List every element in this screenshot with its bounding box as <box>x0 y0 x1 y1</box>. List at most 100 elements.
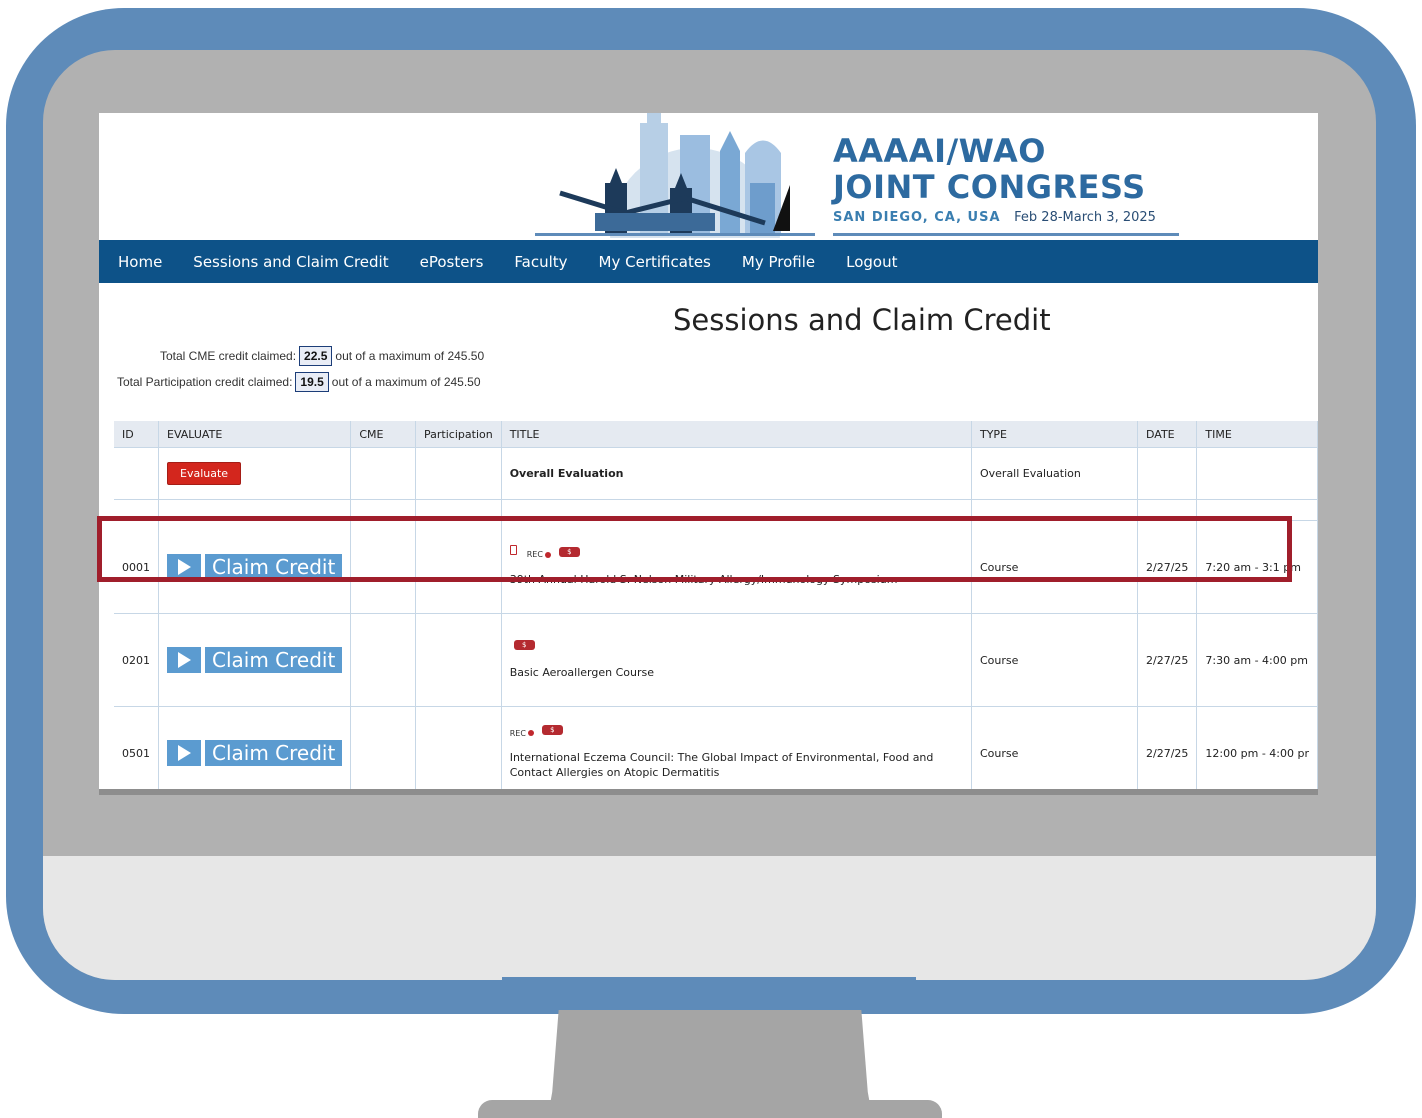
participation-cell <box>415 706 502 795</box>
table-cell <box>415 499 502 521</box>
session-date: 2/27/25 <box>1137 613 1198 707</box>
nav-my-profile[interactable]: My Profile <box>742 253 815 271</box>
nav-eposters[interactable]: ePosters <box>420 253 484 271</box>
cme-cell <box>350 706 417 795</box>
table-cell <box>114 499 159 521</box>
cme-credit-value: 22.5 <box>299 346 333 366</box>
fee-badge: $ <box>558 546 580 557</box>
table-cell <box>971 499 1139 521</box>
claim-credit-button[interactable]: Claim Credit <box>205 554 343 580</box>
main-nav: Home Sessions and Claim Credit ePosters … <box>99 240 1318 283</box>
nav-sessions-claim-credit[interactable]: Sessions and Claim Credit <box>193 253 388 271</box>
column-header-time[interactable]: TIME <box>1196 421 1318 448</box>
table-cell <box>1196 447 1318 500</box>
play-icon <box>178 559 191 575</box>
session-badges: REC $ <box>510 725 963 740</box>
congress-banner: AAAAI/WAO JOINT CONGRESS SAN DIEGO, CA, … <box>99 113 1318 241</box>
nav-my-certificates[interactable]: My Certificates <box>599 253 711 271</box>
column-header-evaluate[interactable]: EVALUATE <box>158 421 352 448</box>
recorded-badge: REC <box>527 550 551 559</box>
banner-divider <box>833 233 1179 236</box>
session-date: 2/27/25 <box>1137 520 1198 614</box>
evaluate-cell: Claim Credit <box>158 706 352 795</box>
page-title: Sessions and Claim Credit <box>673 303 1051 337</box>
play-icon <box>178 652 191 668</box>
session-id: 0201 <box>114 613 159 707</box>
table-cell: Evaluate <box>158 447 352 500</box>
session-type: Course <box>971 613 1139 707</box>
congress-dates: Feb 28-March 3, 2025 <box>1014 210 1156 225</box>
claim-credit-control: Claim Credit <box>167 740 343 766</box>
column-header-cme[interactable]: CME <box>350 421 417 448</box>
session-type: Course <box>971 706 1139 795</box>
overall-type-cell: Overall Evaluation <box>971 447 1139 500</box>
congress-title-line2: JOINT CONGRESS <box>833 168 1146 206</box>
fee-badge: $ <box>541 725 563 735</box>
overall-title: Overall Evaluation <box>509 467 624 480</box>
sessions-table: ID EVALUATE CME Participation TITLE TYPE… <box>114 421 1318 795</box>
session-title[interactable]: 39th Annual Harold S. Nelson Military Al… <box>510 572 963 587</box>
table-cell <box>114 447 159 500</box>
table-cell <box>415 447 502 500</box>
table-cell <box>158 499 352 521</box>
cme-cell <box>350 520 417 614</box>
play-button[interactable] <box>167 554 201 580</box>
column-header-participation[interactable]: Participation <box>415 421 502 448</box>
congress-location: SAN DIEGO, CA, USA <box>833 210 1001 225</box>
table-cell <box>350 447 417 500</box>
session-title[interactable]: International Eczema Council: The Global… <box>510 750 963 780</box>
claim-credit-button[interactable]: Claim Credit <box>205 740 343 766</box>
claim-credit-control: Claim Credit <box>167 647 343 673</box>
session-date: 2/27/25 <box>1137 706 1198 795</box>
column-header-type[interactable]: TYPE <box>971 421 1139 448</box>
play-button[interactable] <box>167 740 201 766</box>
record-dot-icon <box>527 730 534 736</box>
monitor-stand-neck <box>549 1010 871 1110</box>
claim-credit-control: Claim Credit <box>167 554 343 580</box>
claim-credit-button[interactable]: Claim Credit <box>205 647 343 673</box>
play-button[interactable] <box>167 647 201 673</box>
evaluate-button[interactable]: Evaluate <box>167 462 242 485</box>
column-header-date[interactable]: DATE <box>1137 421 1198 448</box>
recorded-label: REC <box>526 550 543 559</box>
chin-accent <box>502 977 916 980</box>
table-row: 0001 Claim Credit REC $ 39th Annual Haro… <box>114 520 1318 614</box>
congress-title-line1: AAAAI/WAO <box>833 132 1046 170</box>
column-header-id[interactable]: ID <box>114 421 159 448</box>
nav-home[interactable]: Home <box>118 253 162 271</box>
session-title[interactable]: Basic Aeroallergen Course <box>510 665 963 680</box>
monitor-stand-foot <box>478 1100 942 1118</box>
congress-title: AAAAI/WAO JOINT CONGRESS <box>833 133 1146 205</box>
session-badges: REC $ <box>509 544 963 562</box>
participation-credit-summary: Total Participation credit claimed: 19.5… <box>117 372 481 392</box>
congress-subtitle: SAN DIEGO, CA, USA Feb 28-March 3, 2025 <box>833 209 1156 225</box>
horizontal-scrollbar[interactable] <box>99 789 1318 795</box>
table-cell <box>501 499 972 521</box>
title-cell: $ Basic Aeroallergen Course <box>501 613 972 707</box>
title-cell: REC $ International Eczema Council: The … <box>501 706 972 795</box>
session-badges: $ <box>510 639 963 655</box>
evaluate-cell: Claim Credit <box>158 613 352 707</box>
cme-credit-label: Total CME credit claimed: <box>160 349 297 363</box>
cme-credit-summary: Total CME credit claimed: 22.5 out of a … <box>160 346 484 366</box>
spacer-row <box>114 499 1318 521</box>
cme-cell <box>350 613 417 707</box>
participation-credit-label: Total Participation credit claimed: <box>117 375 293 389</box>
play-icon <box>178 745 191 761</box>
overall-title-cell: Overall Evaluation <box>501 447 972 500</box>
recorded-badge: REC <box>510 729 534 738</box>
title-cell: REC $ 39th Annual Harold S. Nelson Milit… <box>501 520 972 614</box>
session-time: 7:30 am - 4:00 pm <box>1196 613 1318 707</box>
nav-logout[interactable]: Logout <box>846 253 897 271</box>
table-cell <box>350 499 417 521</box>
column-header-title[interactable]: TITLE <box>501 421 972 448</box>
session-type: Course <box>971 520 1139 614</box>
table-cell <box>1196 499 1318 521</box>
session-id: 0501 <box>114 706 159 795</box>
table-cell <box>1137 447 1198 500</box>
table-row: 0501 Claim Credit REC $ International Ec… <box>114 706 1318 795</box>
participation-credit-suffix: out of a maximum of 245.50 <box>331 375 481 389</box>
table-header-row: ID EVALUATE CME Participation TITLE TYPE… <box>114 421 1318 448</box>
recorded-label: REC <box>509 728 526 738</box>
nav-faculty[interactable]: Faculty <box>514 253 567 271</box>
